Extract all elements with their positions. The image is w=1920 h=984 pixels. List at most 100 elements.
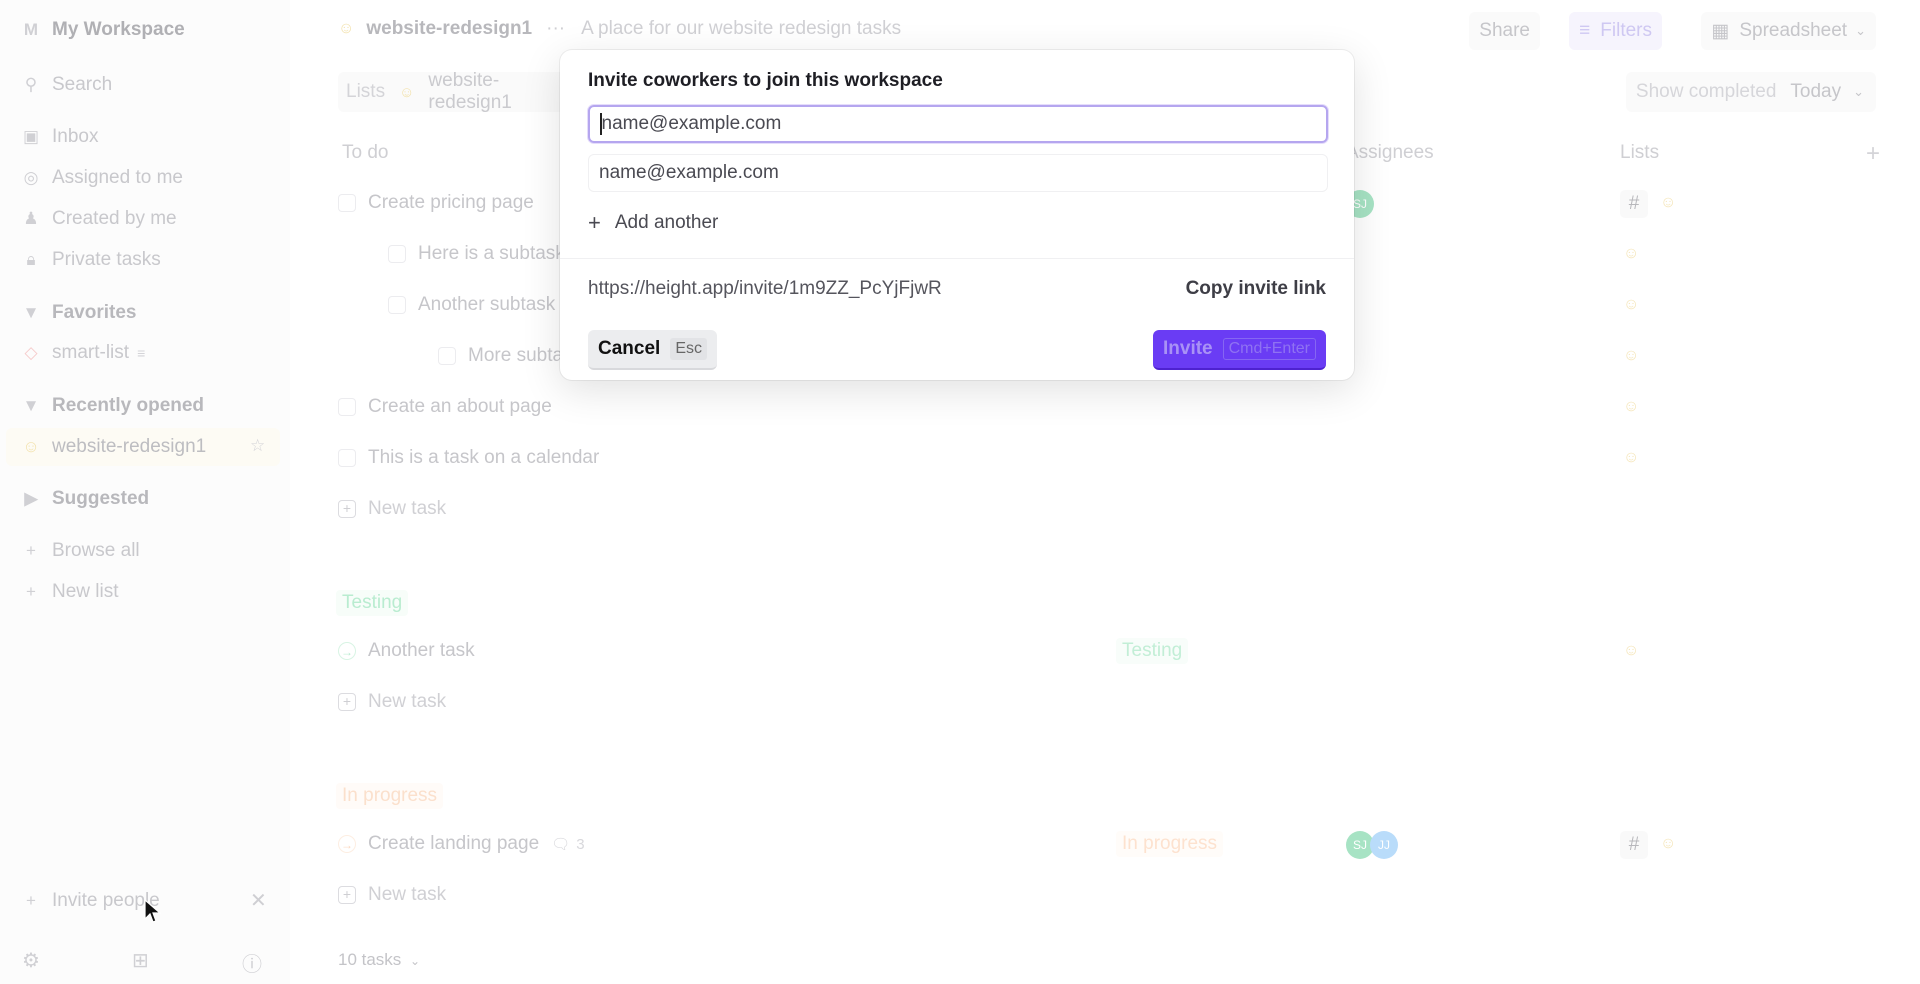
chevron-down-icon: ⌄ (1855, 23, 1866, 38)
breadcrumb-current[interactable]: website-redesign1 (428, 70, 578, 114)
view-selector[interactable]: ▦ Spreadsheet ⌄ (1701, 12, 1876, 50)
more-options-button[interactable]: ··· (546, 18, 565, 40)
new-task-icon[interactable]: ⊞ (132, 948, 149, 973)
workspace-badge: M (23, 20, 39, 39)
suggested-section-toggle[interactable]: ▶ Suggested (20, 484, 149, 514)
keyboard-shortcut: Esc (670, 338, 707, 360)
status-badge[interactable]: Testing (1116, 638, 1189, 664)
task-row[interactable]: Here is a subtask (388, 243, 565, 265)
list-description[interactable]: A place for our website redesign tasks (581, 18, 901, 40)
email-placeholder: name@example.com (599, 162, 779, 183)
workspace-switcher[interactable]: M My Workspace (20, 15, 185, 45)
sidebar-item-created[interactable]: ♟ Created by me (20, 204, 176, 234)
filters-button[interactable]: ≡ Filters (1569, 12, 1662, 50)
sidebar-search[interactable]: ⚲ Search (20, 70, 112, 100)
show-completed-label: Show completed (1635, 81, 1777, 102)
sidebar-item-label: Assigned to me (52, 167, 183, 188)
new-list-button[interactable]: + New list (20, 577, 119, 607)
group-header-in-progress: In progress (336, 783, 444, 809)
new-list-label: New list (52, 581, 119, 602)
task-row[interactable]: Create pricing page (338, 192, 534, 214)
task-row[interactable]: This is a task on a calendar (338, 447, 599, 469)
gear-icon[interactable]: ⚙ (22, 948, 40, 973)
task-row[interactable]: → Create landing page 🗨︎ 3 (338, 833, 585, 855)
sidebar-item-private[interactable]: 🔒︎ Private tasks (20, 245, 161, 275)
task-row[interactable]: Create an about page (338, 396, 552, 418)
list-icon[interactable]: ☺ (1660, 194, 1676, 212)
task-checkbox[interactable] (338, 449, 356, 467)
plus-icon: + (26, 541, 36, 560)
sidebar: M My Workspace ⚲ Search ▣ Inbox ◎ Assign… (0, 0, 290, 984)
invite-button[interactable]: Invite Cmd+Enter (1153, 330, 1326, 370)
list-icon[interactable]: ☺ (1623, 449, 1639, 467)
list-icon: ☺ (22, 437, 40, 456)
cancel-button[interactable]: Cancel Esc (588, 330, 717, 370)
help-icon[interactable]: ⓘ (242, 948, 262, 977)
breadcrumb: Lists ☺ website-redesign1 (338, 70, 578, 114)
plus-icon: + (338, 500, 356, 518)
share-button[interactable]: Share (1469, 12, 1540, 50)
avatar[interactable]: JJ (1370, 831, 1398, 859)
task-checkbox[interactable] (338, 194, 356, 212)
email-field-2[interactable]: name@example.com (588, 154, 1328, 192)
favorites-section-toggle[interactable]: ▼ Favorites (20, 298, 137, 328)
browse-all-label: Browse all (52, 540, 140, 561)
status-arrow-icon[interactable]: → (338, 835, 356, 853)
sidebar-item-label: website-redesign1 (52, 436, 207, 457)
list-header: ☺ website-redesign1 ··· A place for our … (338, 18, 901, 40)
list-icon[interactable]: ☺ (1623, 296, 1639, 314)
sidebar-item-label: Private tasks (52, 249, 161, 270)
section-label: Recently opened (52, 395, 205, 416)
task-checkbox[interactable] (388, 245, 406, 263)
sidebar-item-label: Inbox (52, 126, 99, 147)
task-count-dropdown[interactable]: 10 tasks ⌄ (338, 950, 420, 970)
star-icon[interactable]: ☆ (250, 436, 265, 456)
task-checkbox[interactable] (438, 347, 456, 365)
plus-icon: + (26, 891, 36, 910)
show-completed-control[interactable]: Show completed Today ⌄ (1625, 72, 1876, 112)
breadcrumb-root[interactable]: Lists (346, 81, 385, 103)
list-icon[interactable]: ☺ (1623, 245, 1639, 263)
plus-icon: + (26, 582, 36, 601)
invite-people-button[interactable]: + Invite people (20, 886, 160, 916)
hash-tag[interactable]: # (1620, 190, 1648, 218)
list-icon[interactable]: ☺ (1623, 398, 1639, 416)
list-title[interactable]: website-redesign1 (366, 18, 532, 40)
hash-tag[interactable]: # (1620, 831, 1648, 859)
new-task-button[interactable]: + New task (338, 498, 446, 520)
task-checkbox[interactable] (388, 296, 406, 314)
add-another-label: Add another (614, 212, 719, 233)
comment-icon: 🗨︎ (551, 836, 571, 853)
sidebar-item-inbox[interactable]: ▣ Inbox (20, 122, 99, 152)
copy-invite-link-button[interactable]: Copy invite link (1186, 278, 1326, 300)
share-label: Share (1479, 20, 1530, 41)
recent-section-toggle[interactable]: ▼ Recently opened (20, 391, 204, 421)
add-another-button[interactable]: + Add another (588, 210, 718, 236)
column-header-lists[interactable]: Lists (1620, 142, 1659, 164)
list-icon[interactable]: ☺ (1623, 642, 1639, 660)
filter-icon: ≡ (137, 345, 146, 361)
list-icon[interactable]: ☺ (1623, 347, 1639, 365)
email-field-1[interactable]: name@example.com (588, 105, 1328, 143)
diamond-icon: ◇ (24, 343, 38, 362)
task-row[interactable]: Another subtask (388, 294, 555, 316)
status-badge[interactable]: In progress (1116, 831, 1224, 857)
sidebar-item-smart-list[interactable]: ◇ smart-list ≡ (20, 338, 145, 368)
new-task-button[interactable]: + New task (338, 884, 446, 906)
plus-icon: + (338, 886, 356, 904)
column-header-assignees[interactable]: Assignees (1346, 142, 1434, 164)
close-icon[interactable]: ✕ (250, 888, 267, 913)
list-icon[interactable]: ☺ (1660, 835, 1676, 853)
new-task-button[interactable]: + New task (338, 691, 446, 713)
show-completed-value[interactable]: Today (1790, 81, 1853, 103)
status-arrow-icon[interactable]: → (338, 642, 356, 660)
add-column-button[interactable]: + (1866, 140, 1880, 168)
invite-link[interactable]: https://height.app/invite/1m9ZZ_PcYjFjwR (588, 278, 942, 300)
task-row[interactable]: → Another task (338, 640, 475, 662)
sidebar-item-assigned[interactable]: ◎ Assigned to me (20, 163, 183, 193)
browse-all-button[interactable]: + Browse all (20, 536, 140, 566)
sidebar-item-website-redesign1[interactable]: ☺ website-redesign1 (20, 432, 206, 462)
workspace-name: My Workspace (52, 19, 185, 40)
task-checkbox[interactable] (338, 398, 356, 416)
search-label: Search (52, 74, 113, 95)
